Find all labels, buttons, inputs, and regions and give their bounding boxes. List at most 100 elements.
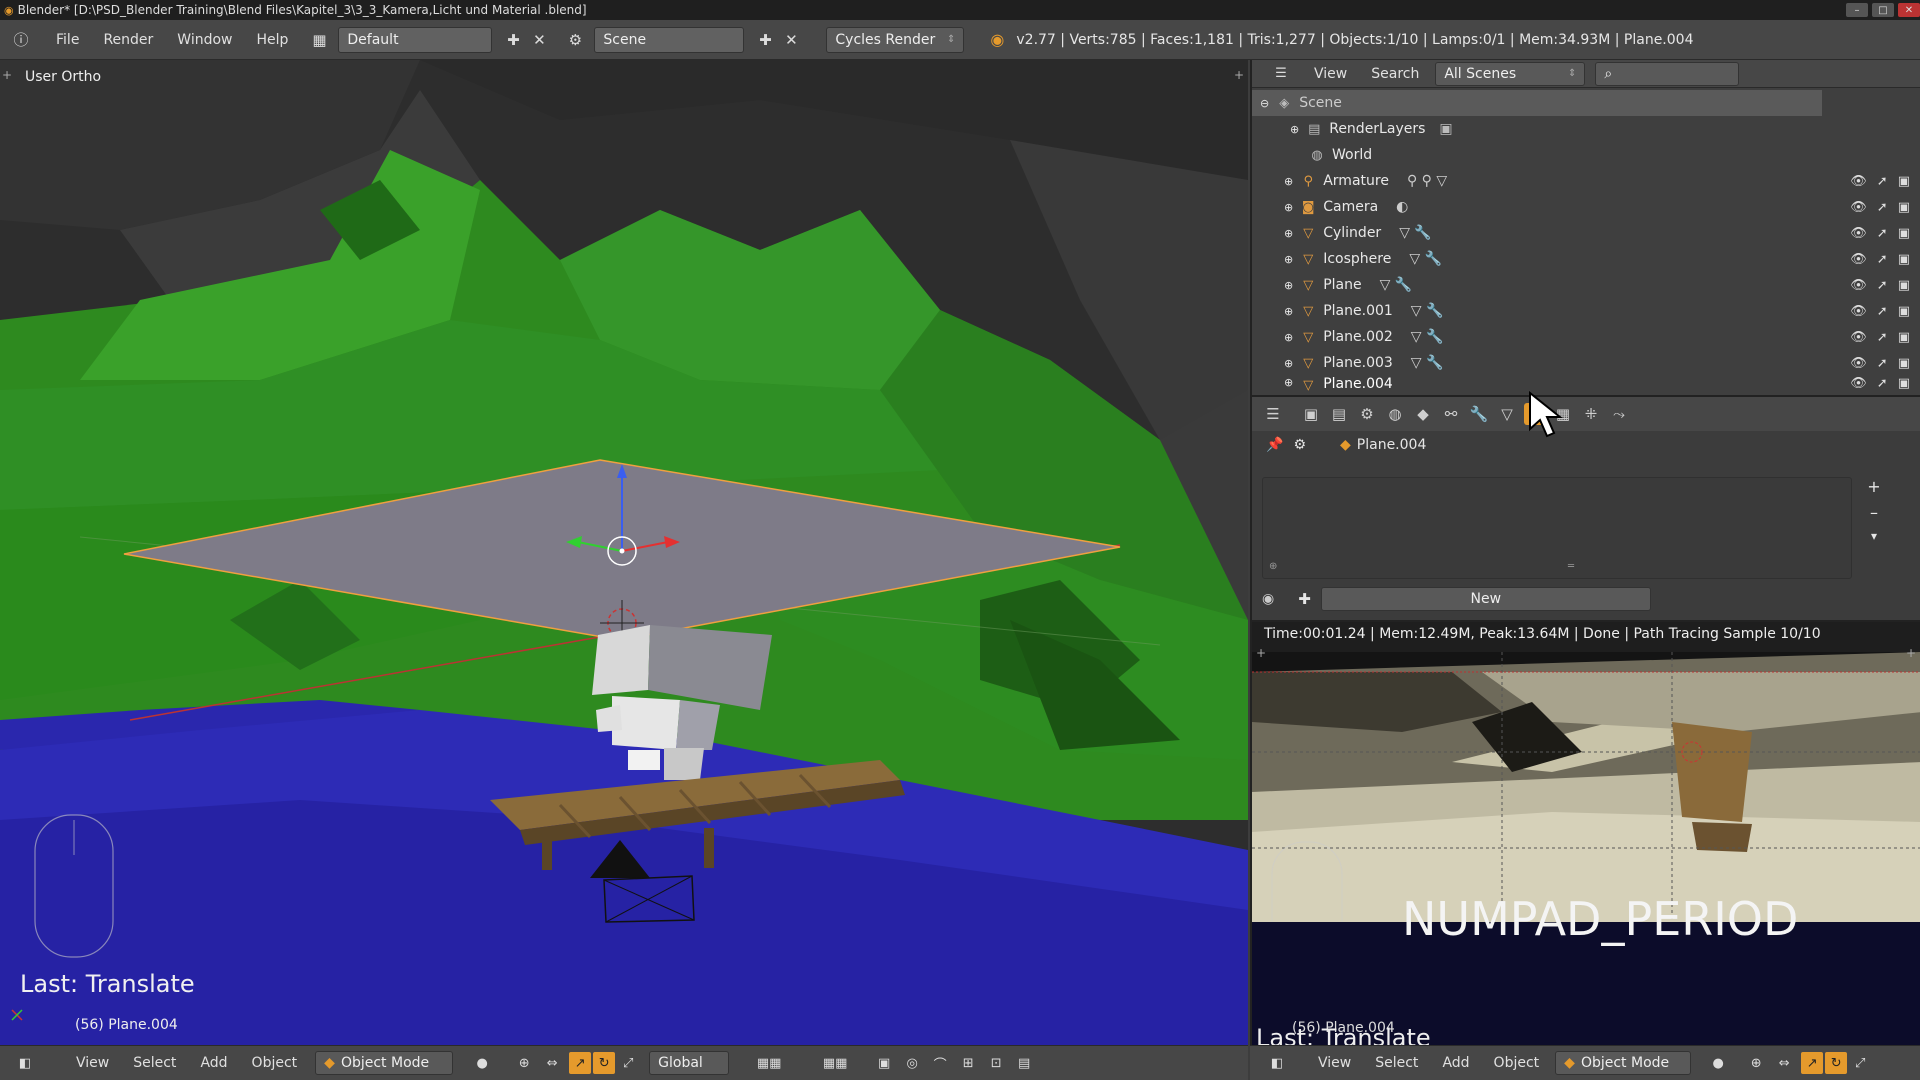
world-tab-icon[interactable]: ◍	[1384, 403, 1406, 425]
editor-type-icon[interactable]: ◧	[14, 1052, 36, 1074]
add-layout-icon[interactable]: ✚	[500, 27, 526, 53]
outliner-row-camera[interactable]: ⊕ ◙ Camera ◐ 👁 ➚ ▣	[1252, 194, 1920, 220]
minimize-button[interactable]: –	[1846, 3, 1868, 17]
outliner-row-plane002[interactable]: ⊕ ▽ Plane.002 ▽ 🔧 👁 ➚ ▣	[1252, 324, 1920, 350]
render-menu-add[interactable]: Add	[1430, 1055, 1481, 1071]
outliner-menu-view[interactable]: View	[1302, 66, 1359, 82]
render-pivot-icon[interactable]: ⊕	[1745, 1052, 1767, 1074]
data-tab-icon[interactable]: ▽	[1496, 403, 1518, 425]
expand-icon[interactable]: ⊕	[1284, 279, 1293, 292]
outliner-row-icosphere[interactable]: ⊕ ▽ Icosphere ▽ 🔧 👁 ➚ ▣	[1252, 246, 1920, 272]
visibility-eye-icon[interactable]: 👁	[1850, 200, 1867, 215]
outliner-row-scene[interactable]: ⊖ ◈ Scene	[1252, 90, 1822, 116]
mode-dropdown[interactable]: ◆ Object Mode	[315, 1051, 454, 1075]
vp-menu-add[interactable]: Add	[188, 1055, 239, 1071]
particles-tab-icon[interactable]: ⁜	[1580, 403, 1602, 425]
expand-icon[interactable]: ⊕	[1284, 175, 1293, 188]
render-preview-icon[interactable]: ⊡	[985, 1052, 1007, 1074]
lock-camera-icon[interactable]: ▣	[873, 1052, 895, 1074]
render-editor-type-icon[interactable]: ◧	[1266, 1052, 1288, 1074]
outliner-display-dropdown[interactable]: All Scenes ⇕	[1435, 61, 1586, 86]
expand-icon[interactable]: ⊕	[1284, 201, 1293, 214]
render-menu-select[interactable]: Select	[1363, 1055, 1430, 1071]
opengl-render-icon[interactable]: ▤	[1013, 1052, 1035, 1074]
vp-menu-select[interactable]: Select	[121, 1055, 188, 1071]
visibility-eye-icon[interactable]: 👁	[1850, 376, 1867, 391]
visibility-eye-icon[interactable]: 👁	[1850, 278, 1867, 293]
snap-icon[interactable]: ⌒	[929, 1052, 951, 1074]
render-camera-icon[interactable]: ▣	[1898, 278, 1910, 293]
select-arrow-icon[interactable]: ➚	[1877, 376, 1888, 391]
list-filter-icon[interactable]: ⊕	[1269, 561, 1277, 572]
render-shading-icon[interactable]: ●	[1707, 1052, 1729, 1074]
physics-tab-icon[interactable]: ⤳	[1608, 403, 1630, 425]
visibility-eye-icon[interactable]: 👁	[1850, 356, 1867, 371]
add-slot-button[interactable]: +	[1864, 477, 1884, 499]
pin-icon[interactable]: 📌	[1266, 437, 1283, 453]
outliner-menu-search[interactable]: Search	[1359, 66, 1431, 82]
visibility-eye-icon[interactable]: 👁	[1850, 226, 1867, 241]
select-arrow-icon[interactable]: ➚	[1877, 304, 1888, 319]
expand-icon[interactable]: ⊕	[1284, 357, 1293, 370]
render-manipulator-icon[interactable]: ⇔	[1773, 1052, 1795, 1074]
slot-specials-button[interactable]: ▾	[1864, 529, 1884, 551]
render-engine-dropdown[interactable]: Cycles Render ⇕	[826, 26, 965, 53]
object-tab-icon[interactable]: ◆	[1412, 403, 1434, 425]
new-material-button[interactable]: New	[1320, 587, 1651, 611]
visibility-eye-icon[interactable]: 👁	[1850, 252, 1867, 267]
expand-icon[interactable]: ⊕	[1284, 305, 1293, 318]
layout-grid-icon[interactable]: ▦	[306, 27, 332, 53]
outliner-row-plane[interactable]: ⊕ ▽ Plane ▽ 🔧 👁 ➚ ▣	[1252, 272, 1920, 298]
select-arrow-icon[interactable]: ➚	[1877, 356, 1888, 371]
scene-field[interactable]: Scene	[594, 26, 745, 53]
shading-solid-icon[interactable]: ●	[471, 1052, 493, 1074]
expand-icon[interactable]: ⊕	[1284, 331, 1293, 344]
add-scene-icon[interactable]: ✚	[752, 27, 778, 53]
outliner-search-input[interactable]: ⌕	[1595, 61, 1740, 86]
render-scale-icon[interactable]: ⤢	[1849, 1052, 1871, 1074]
render-camera-icon[interactable]: ▣	[1898, 356, 1910, 371]
render-add-corner-icon[interactable]: +	[1256, 646, 1266, 660]
properties-editor-type-icon[interactable]: ☰	[1262, 403, 1284, 425]
3d-viewport[interactable]: User Ortho Last: Translate (56) Plane.00…	[0, 60, 1248, 1045]
outliner-row-plane003[interactable]: ⊕ ▽ Plane.003 ▽ 🔧 👁 ➚ ▣	[1252, 350, 1920, 376]
render-rotate-icon[interactable]: ↻	[1825, 1052, 1848, 1074]
orientation-dropdown[interactable]: Global	[649, 1051, 730, 1075]
remove-layout-icon[interactable]: ✕	[526, 27, 552, 53]
renderlayers-tab-icon[interactable]: ▤	[1328, 403, 1350, 425]
render-camera-icon[interactable]: ▣	[1898, 252, 1910, 267]
scene-tab-icon[interactable]: ⚙	[1356, 403, 1378, 425]
scale-manipulator-icon[interactable]: ⤢	[617, 1052, 639, 1074]
render-camera-icon[interactable]: ▣	[1898, 200, 1910, 215]
viewport-add-corner-icon-right[interactable]: +	[1234, 68, 1244, 82]
select-arrow-icon[interactable]: ➚	[1877, 278, 1888, 293]
add-material-icon[interactable]: ✚	[1298, 590, 1311, 608]
select-arrow-icon[interactable]: ➚	[1877, 174, 1888, 189]
translate-manipulator-icon[interactable]: ↗	[569, 1052, 592, 1074]
render-camera-icon[interactable]: ▣	[1898, 304, 1910, 319]
modifiers-tab-icon[interactable]: 🔧	[1468, 403, 1490, 425]
outliner-row-cylinder[interactable]: ⊕ ▽ Cylinder ▽ 🔧 👁 ➚ ▣	[1252, 220, 1920, 246]
snap-element-icon[interactable]: ⊞	[957, 1052, 979, 1074]
vp-menu-view[interactable]: View	[64, 1055, 121, 1071]
render-add-corner-icon-right[interactable]: +	[1906, 646, 1916, 660]
list-resize-handle-icon[interactable]: ═	[1568, 561, 1574, 572]
select-arrow-icon[interactable]: ➚	[1877, 200, 1888, 215]
render-camera-icon[interactable]: ▣	[1898, 376, 1910, 391]
render-mode-dropdown[interactable]: ◆ Object Mode	[1555, 1051, 1692, 1075]
viewport-add-corner-icon[interactable]: +	[2, 68, 12, 82]
pivot-icon[interactable]: ⊕	[513, 1052, 535, 1074]
close-window-button[interactable]: ✕	[1898, 3, 1920, 17]
expand-icon[interactable]: ⊕	[1290, 123, 1299, 136]
expand-icon[interactable]: ⊕	[1284, 376, 1293, 389]
remove-scene-icon[interactable]: ✕	[778, 27, 804, 53]
expand-icon[interactable]: ⊕	[1284, 227, 1293, 240]
render-tab-icon[interactable]: ▣	[1300, 403, 1322, 425]
visibility-eye-icon[interactable]: 👁	[1850, 304, 1867, 319]
menu-help[interactable]: Help	[244, 32, 300, 48]
collapse-icon[interactable]: ⊖	[1260, 97, 1269, 110]
screen-layout-field[interactable]: Default	[338, 26, 493, 53]
maximize-button[interactable]: □	[1872, 3, 1894, 17]
expand-icon[interactable]: ⊕	[1284, 253, 1293, 266]
manipulator-toggle-icon[interactable]: ⇔	[541, 1052, 563, 1074]
